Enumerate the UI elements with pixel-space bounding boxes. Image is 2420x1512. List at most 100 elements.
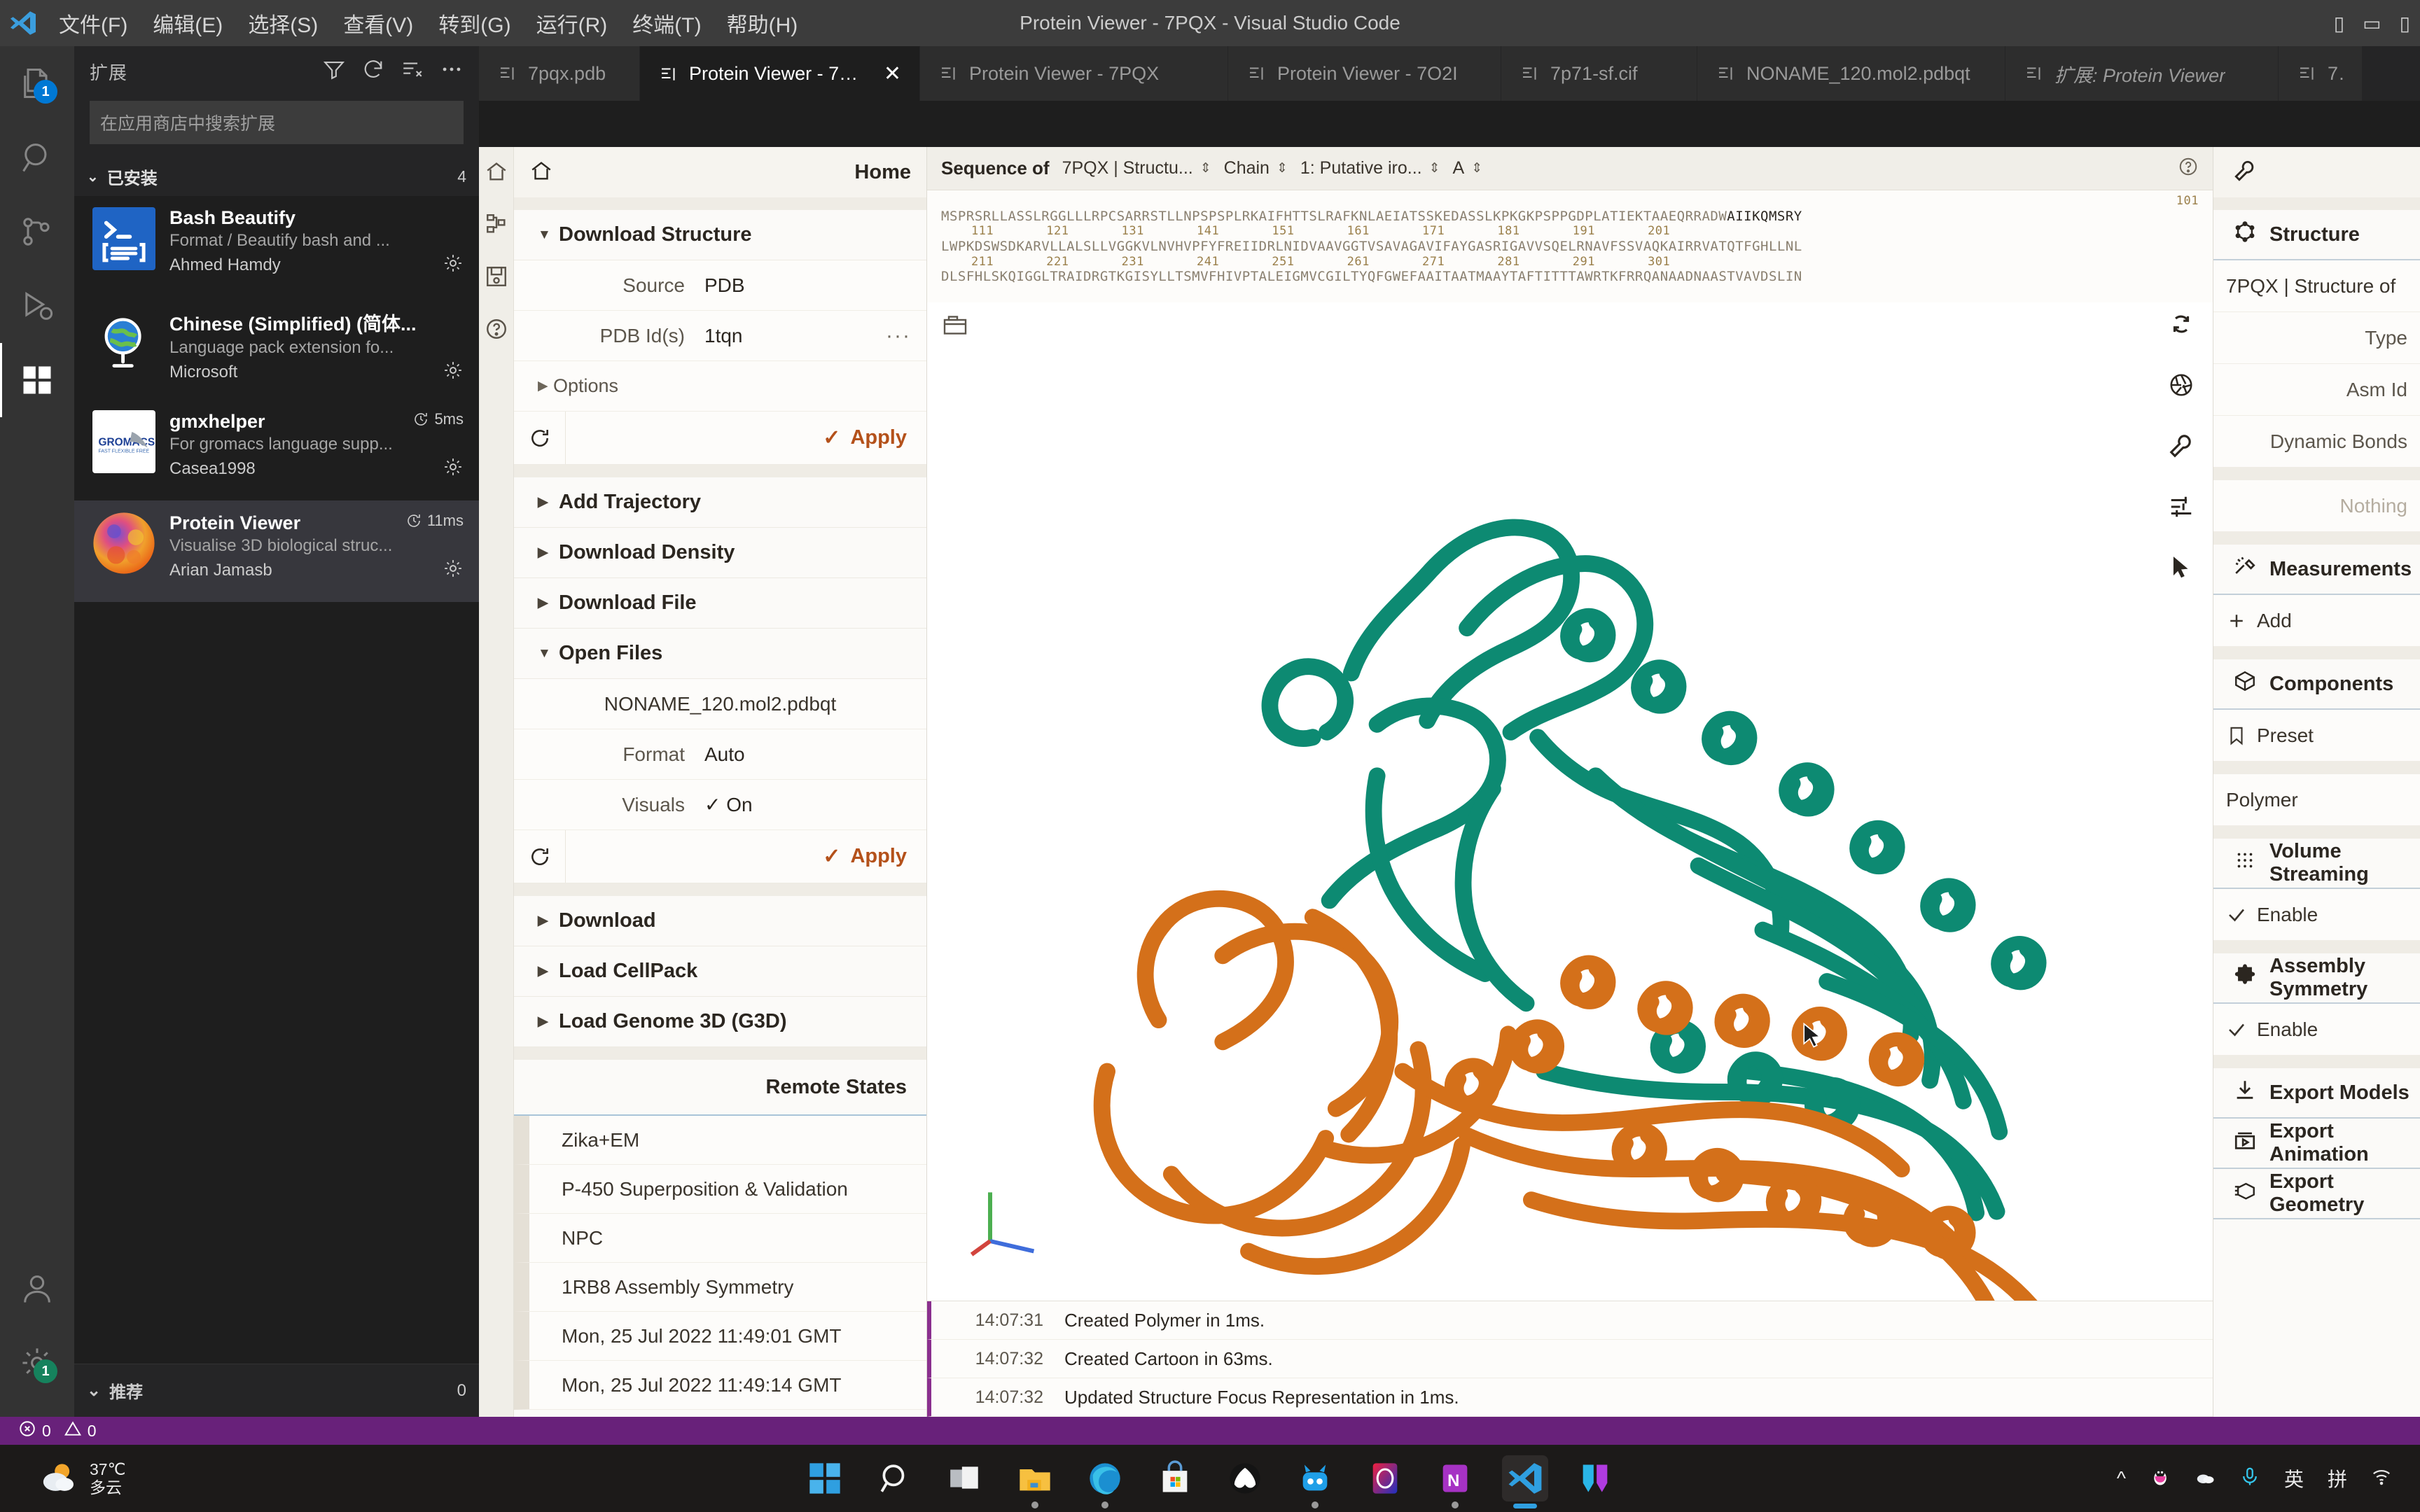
source-row[interactable]: Source PDB — [514, 260, 926, 311]
ime-language-indicator[interactable]: 英 — [2284, 1464, 2304, 1492]
pdbid-input[interactable]: 1tqn — [704, 325, 886, 347]
visuals-row[interactable]: Visuals ✓ On — [514, 780, 926, 830]
problems-status[interactable]: 0 0 — [13, 1420, 102, 1442]
home-header[interactable]: Home — [514, 147, 926, 197]
store-icon[interactable] — [1152, 1455, 1198, 1502]
clear-search-icon[interactable] — [401, 57, 424, 86]
gear-icon[interactable] — [443, 456, 464, 481]
video-icon[interactable] — [1572, 1455, 1618, 1502]
toggle-primary-sidebar-icon[interactable]: ▯ — [2334, 12, 2344, 35]
file-explorer-icon[interactable] — [1012, 1455, 1058, 1502]
right-panel-tools[interactable] — [2213, 147, 2420, 197]
polymer-row[interactable]: Polymer — [2213, 774, 2420, 826]
dynamic-bonds-row[interactable]: Dynamic Bonds — [2213, 416, 2420, 468]
list-item[interactable]: Protein Viewer 11ms Visualise 3D biologi… — [74, 500, 479, 602]
source-value[interactable]: PDB — [704, 274, 911, 297]
menu-run[interactable]: 运行(R) — [524, 0, 620, 46]
add-trajectory-header[interactable]: ▶ Add Trajectory — [514, 477, 926, 528]
vscode-icon[interactable] — [1502, 1455, 1548, 1502]
gear-icon[interactable] — [443, 253, 464, 277]
format-value[interactable]: Auto — [704, 743, 911, 766]
sequence-panel[interactable]: 101 MSPRSRLLASSLRGGLLLRPCSARRSTLLNPSPSPL… — [927, 190, 2213, 302]
assembly-enable-row[interactable]: Enable — [2213, 1004, 2420, 1056]
more-options-icon[interactable]: ··· — [886, 324, 911, 348]
app-icon[interactable] — [1362, 1455, 1408, 1502]
list-item[interactable]: Chinese (Simplified) (简体... Language pac… — [74, 298, 479, 399]
list-item[interactable]: 1RB8 Assembly Symmetry — [514, 1263, 926, 1312]
reset-icon[interactable] — [514, 412, 566, 464]
sidebar-actions[interactable] — [322, 57, 464, 86]
sequence-chain-value-select[interactable]: A ⇕ — [1453, 158, 1483, 178]
bot-icon[interactable] — [1292, 1455, 1338, 1502]
tab-noname-120-mol2-pdbqt[interactable]: NONAME_120.mol2.pdbqt — [1697, 46, 2005, 101]
menu-view[interactable]: 查看(V) — [331, 0, 426, 46]
download-structure-header[interactable]: ▼ Download Structure — [514, 210, 926, 260]
layout-controls[interactable]: ▯ ▭ ▯ — [2334, 0, 2420, 46]
load-cellpack-header[interactable]: ▶ Load CellPack — [514, 946, 926, 997]
menu-go[interactable]: 转到(G) — [426, 0, 523, 46]
structure-section-header[interactable]: Structure — [2213, 210, 2420, 260]
add-measurement-row[interactable]: Add — [2213, 595, 2420, 647]
assembly-symmetry-header[interactable]: Assembly Symmetry — [2213, 953, 2420, 1004]
format-row[interactable]: Format Auto — [514, 729, 926, 780]
tab-7p71-sf-cif[interactable]: 7p71-sf.cif — [1501, 46, 1697, 101]
menu-bar[interactable]: 文件(F) 编辑(E) 选择(S) 查看(V) 转到(G) 运行(R) 终端(T… — [46, 0, 810, 46]
menu-help[interactable]: 帮助(H) — [714, 0, 811, 46]
tab-overflow[interactable]: 7p — [2279, 46, 2363, 101]
start-icon[interactable] — [802, 1455, 848, 1502]
components-section-header[interactable]: Components — [2213, 659, 2420, 710]
tab-extension-protein-viewer[interactable]: 扩展: Protein Viewer — [2005, 46, 2279, 101]
download-header[interactable]: ▶ Download — [514, 896, 926, 946]
apply-button[interactable]: ✓ Apply — [823, 426, 926, 450]
save-state-icon[interactable] — [485, 265, 508, 292]
recommended-section-header[interactable]: ⌄ 推荐 0 — [74, 1364, 479, 1417]
sidebar-item-source-control[interactable] — [0, 195, 74, 269]
microphone-icon[interactable] — [2239, 1466, 2260, 1492]
qq-penguin-icon[interactable] — [2150, 1466, 2171, 1492]
measurements-section-header[interactable]: Measurements — [2213, 545, 2420, 595]
list-item[interactable]: P-450 Superposition & Validation — [514, 1165, 926, 1214]
sidebar-item-explorer[interactable]: 1 — [0, 46, 74, 120]
export-geometry-row[interactable]: Export Geometry — [2213, 1169, 2420, 1219]
state-tree-icon[interactable] — [485, 212, 508, 239]
ime-mode-indicator[interactable]: 拼 — [2328, 1464, 2347, 1492]
toggle-secondary-sidebar-icon[interactable]: ▯ — [2400, 12, 2410, 35]
list-item[interactable]: Mon, 25 Jul 2022 11:49:14 GMT — [514, 1361, 926, 1410]
tray-expand-icon[interactable]: ^ — [2117, 1467, 2126, 1490]
filter-icon[interactable] — [322, 57, 346, 86]
tab-protein-viewer-7pqx[interactable]: Protein Viewer - 7PQX — [920, 46, 1228, 101]
export-animation-row[interactable]: Export Animation — [2213, 1119, 2420, 1169]
account-button[interactable] — [0, 1252, 74, 1326]
sidebar-item-extensions[interactable] — [0, 343, 74, 417]
home-icon[interactable] — [485, 160, 508, 187]
gear-icon[interactable] — [443, 558, 464, 582]
installed-section-header[interactable]: ⌄ 已安装 4 — [74, 157, 479, 196]
download-density-header[interactable]: ▶ Download Density — [514, 528, 926, 578]
asm-id-row[interactable]: Asm Id — [2213, 364, 2420, 416]
help-icon[interactable] — [485, 317, 508, 344]
preset-row[interactable]: Preset — [2213, 710, 2420, 762]
search-input[interactable]: 在应用商店中搜索扩展 — [90, 101, 464, 144]
menu-selection[interactable]: 选择(S) — [235, 0, 331, 46]
edge-icon[interactable] — [1082, 1455, 1128, 1502]
onenote-icon[interactable]: N — [1432, 1455, 1478, 1502]
close-icon[interactable]: ✕ — [884, 62, 901, 86]
export-models-row[interactable]: Export Models — [2213, 1068, 2420, 1119]
xbox-icon[interactable] — [1222, 1455, 1268, 1502]
wrench-icon[interactable] — [2233, 159, 2257, 186]
download-file-header[interactable]: ▶ Download File — [514, 578, 926, 629]
weather-widget[interactable]: 37℃ 多云 — [0, 1460, 125, 1497]
list-item[interactable]: Zika+EM — [514, 1116, 926, 1165]
menu-file[interactable]: 文件(F) — [46, 0, 140, 46]
tab-protein-viewer-7o2i[interactable]: Protein Viewer - 7O2I — [1228, 46, 1501, 101]
pdbid-row[interactable]: PDB Id(s) 1tqn ··· — [514, 311, 926, 361]
tab-protein-viewer-7pqx-active[interactable]: Protein Viewer - 7PQX ✕ — [640, 46, 920, 101]
taskview-icon[interactable] — [942, 1455, 988, 1502]
volume-enable-row[interactable]: Enable — [2213, 889, 2420, 941]
visuals-toggle[interactable]: ✓ On — [704, 793, 911, 816]
list-item[interactable]: Bash Beautify Format / Beautify bash and… — [74, 196, 479, 298]
tab-7pqx-pdb[interactable]: 7pqx.pdb — [479, 46, 640, 101]
onedrive-cloud-icon[interactable] — [2195, 1466, 2216, 1492]
apply-button[interactable]: ✓ Apply — [823, 844, 926, 869]
reset-icon[interactable] — [514, 830, 566, 883]
